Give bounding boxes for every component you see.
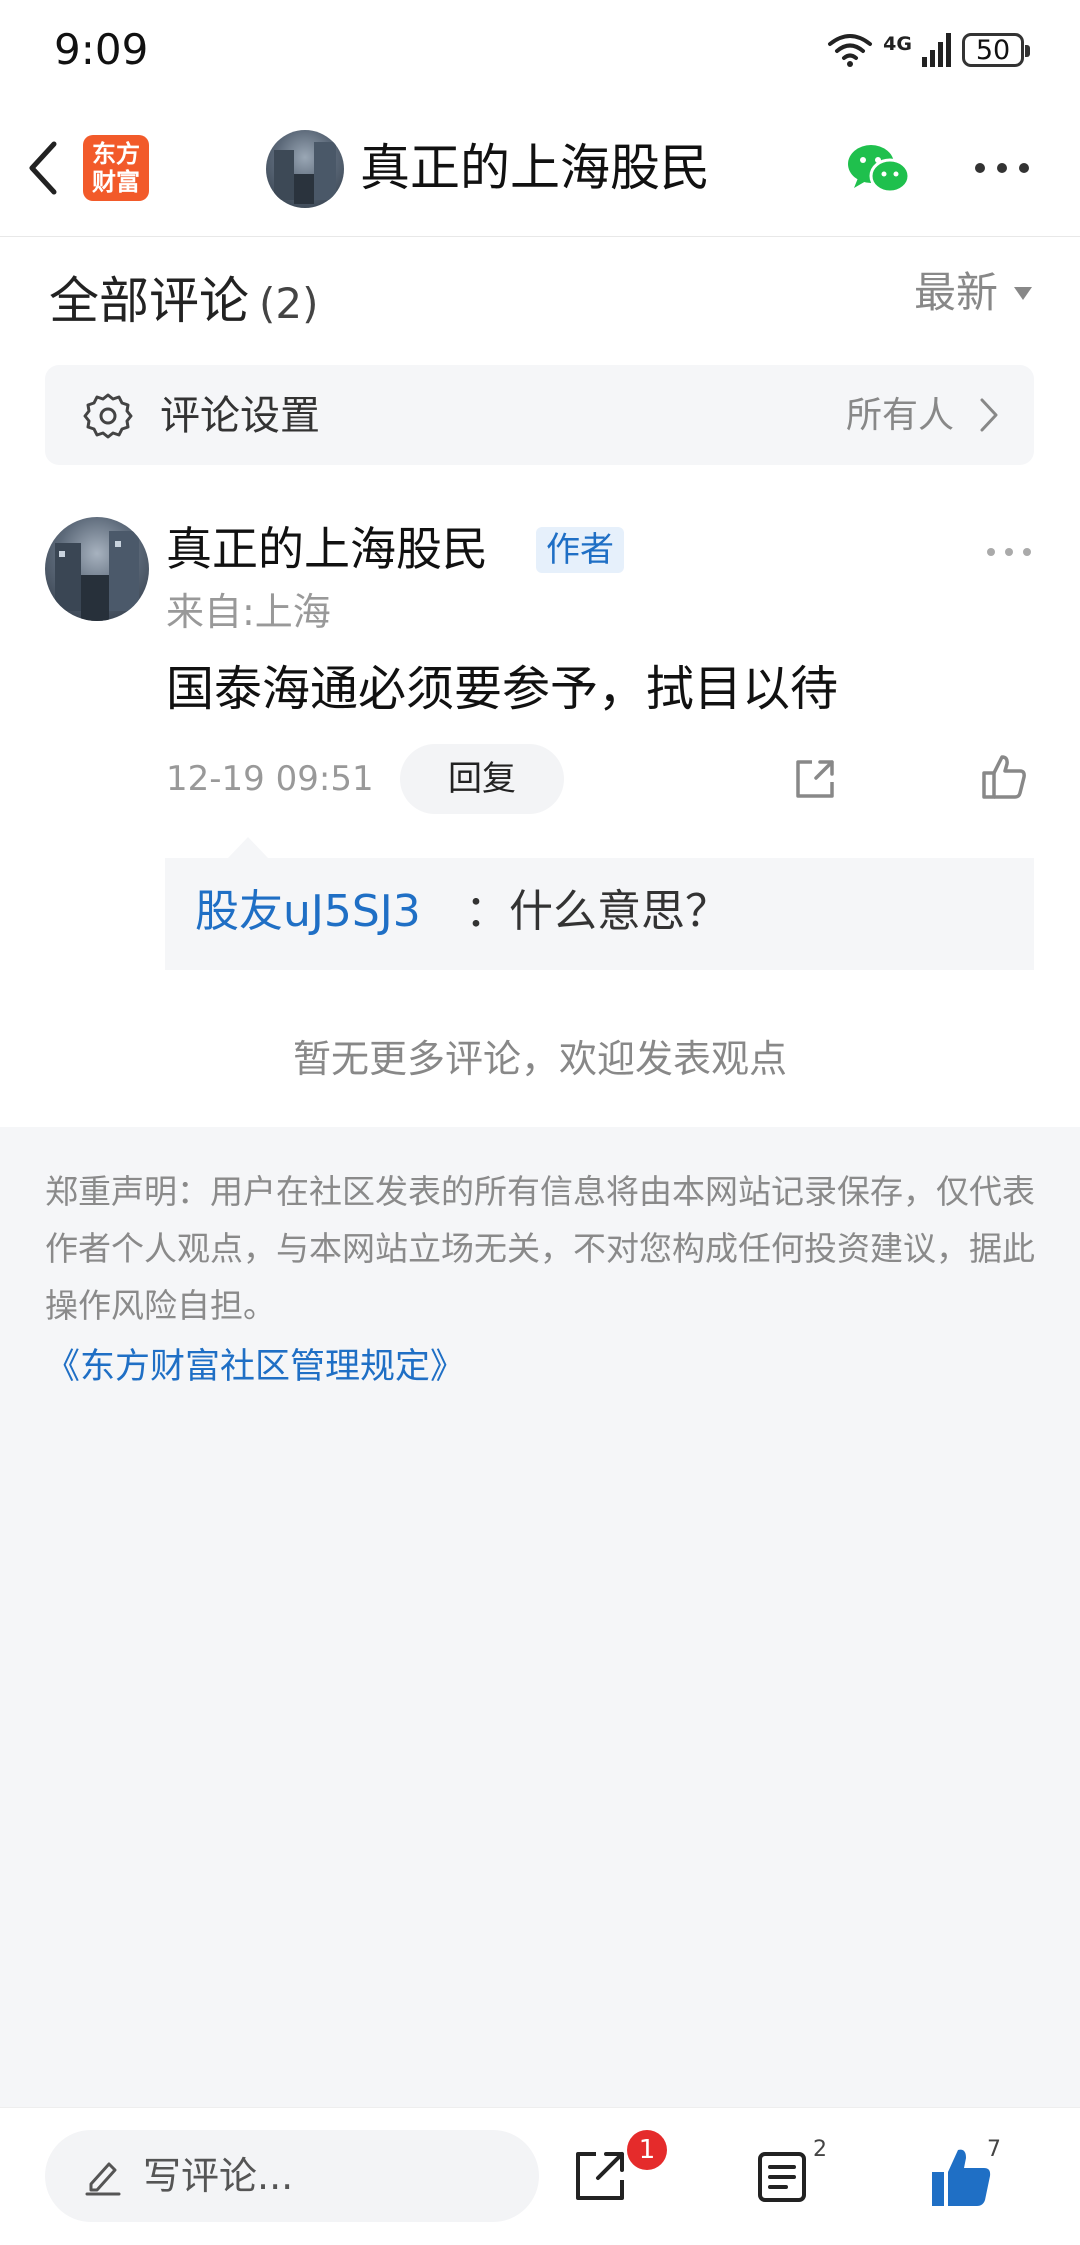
comment-list-icon[interactable] <box>756 2150 810 2204</box>
network-type-label: 4G <box>883 33 912 55</box>
write-comment-placeholder: 写评论... <box>143 2154 294 2198</box>
comments-section: 全部评论 (2) 最新 评论设置 所有人 真正的上海股民 作者 来自:上海 国泰海… <box>0 237 1080 1127</box>
status-icons: 4G 50 <box>827 28 1030 72</box>
like-icon[interactable] <box>928 2144 994 2210</box>
author-badge: 作者 <box>536 527 624 573</box>
eastmoney-logo[interactable]: 东方 财富 <box>83 135 149 201</box>
bottom-action-bar: 写评论... 1 2 7 <box>0 2107 1080 2245</box>
no-more-comments-text: 暂无更多评论，欢迎发表观点 <box>292 1037 787 1081</box>
sort-dropdown[interactable]: 最新 <box>914 261 1032 325</box>
reply-pointer <box>228 837 268 858</box>
thumbs-up-icon[interactable] <box>980 753 1028 801</box>
battery-level: 50 <box>975 34 1011 66</box>
community-rules-link[interactable]: 《东方财富社区管理规定》 <box>45 1342 465 1392</box>
wifi-icon <box>828 34 873 67</box>
reply-block[interactable]: 股友uJ5SJ3 ：什么意思？ <box>165 858 1034 970</box>
comments-title: 全部评论 (2) <box>49 269 319 336</box>
comment-more-icon[interactable] <box>986 547 1032 557</box>
reply-text: ：什么意思？ <box>465 886 729 937</box>
forward-icon[interactable] <box>572 2148 628 2204</box>
logo-line-2: 财富 <box>92 168 140 196</box>
more-icon[interactable] <box>974 162 1030 174</box>
caret-down-icon <box>1014 286 1032 300</box>
comment-settings-value: 所有人 <box>845 395 954 436</box>
sort-label: 最新 <box>913 268 998 317</box>
like-count: 7 <box>987 2137 1001 2162</box>
comment-avatar[interactable] <box>45 517 149 621</box>
write-comment-input[interactable]: 写评论... <box>45 2130 539 2222</box>
battery-icon: 50 <box>962 33 1030 67</box>
comment-count: 2 <box>813 2137 827 2162</box>
comment-time: 12-19 09:51 <box>166 759 374 799</box>
forward-badge: 1 <box>627 2130 667 2170</box>
back-icon[interactable] <box>26 140 60 196</box>
comment-author-name[interactable]: 真正的上海股民 <box>166 519 488 579</box>
gear-icon <box>83 393 133 439</box>
status-time: 9:09 <box>54 25 149 74</box>
status-bar: 9:09 4G 50 <box>0 0 1080 100</box>
wechat-icon[interactable] <box>846 142 912 196</box>
comment-location: 来自:上海 <box>166 590 331 634</box>
logo-line-1: 东方 <box>92 140 140 168</box>
reply-button[interactable]: 回复 <box>400 744 564 814</box>
top-navigation-bar: 东方 财富 真正的上海股民 <box>0 100 1080 237</box>
comments-title-label: 全部评论 <box>49 272 249 330</box>
signal-icon <box>922 33 951 67</box>
header-title[interactable]: 真正的上海股民 <box>360 136 710 200</box>
comment-settings-row[interactable]: 评论设置 所有人 <box>45 365 1034 465</box>
chevron-right-icon <box>980 398 998 432</box>
comment-text: 国泰海通必须要参予，拭目以待 <box>166 661 839 717</box>
disclaimer-text: 郑重声明：用户在社区发表的所有信息将由本网站记录保存，仅代表作者个人观点，与本网… <box>45 1172 1035 1325</box>
header-avatar[interactable] <box>266 130 344 208</box>
pencil-icon <box>85 2162 121 2196</box>
reply-username[interactable]: 股友uJ5SJ3 <box>195 882 421 942</box>
comments-count: (2) <box>259 279 319 328</box>
share-icon[interactable] <box>792 756 838 802</box>
comment-settings-label: 评论设置 <box>160 393 320 439</box>
